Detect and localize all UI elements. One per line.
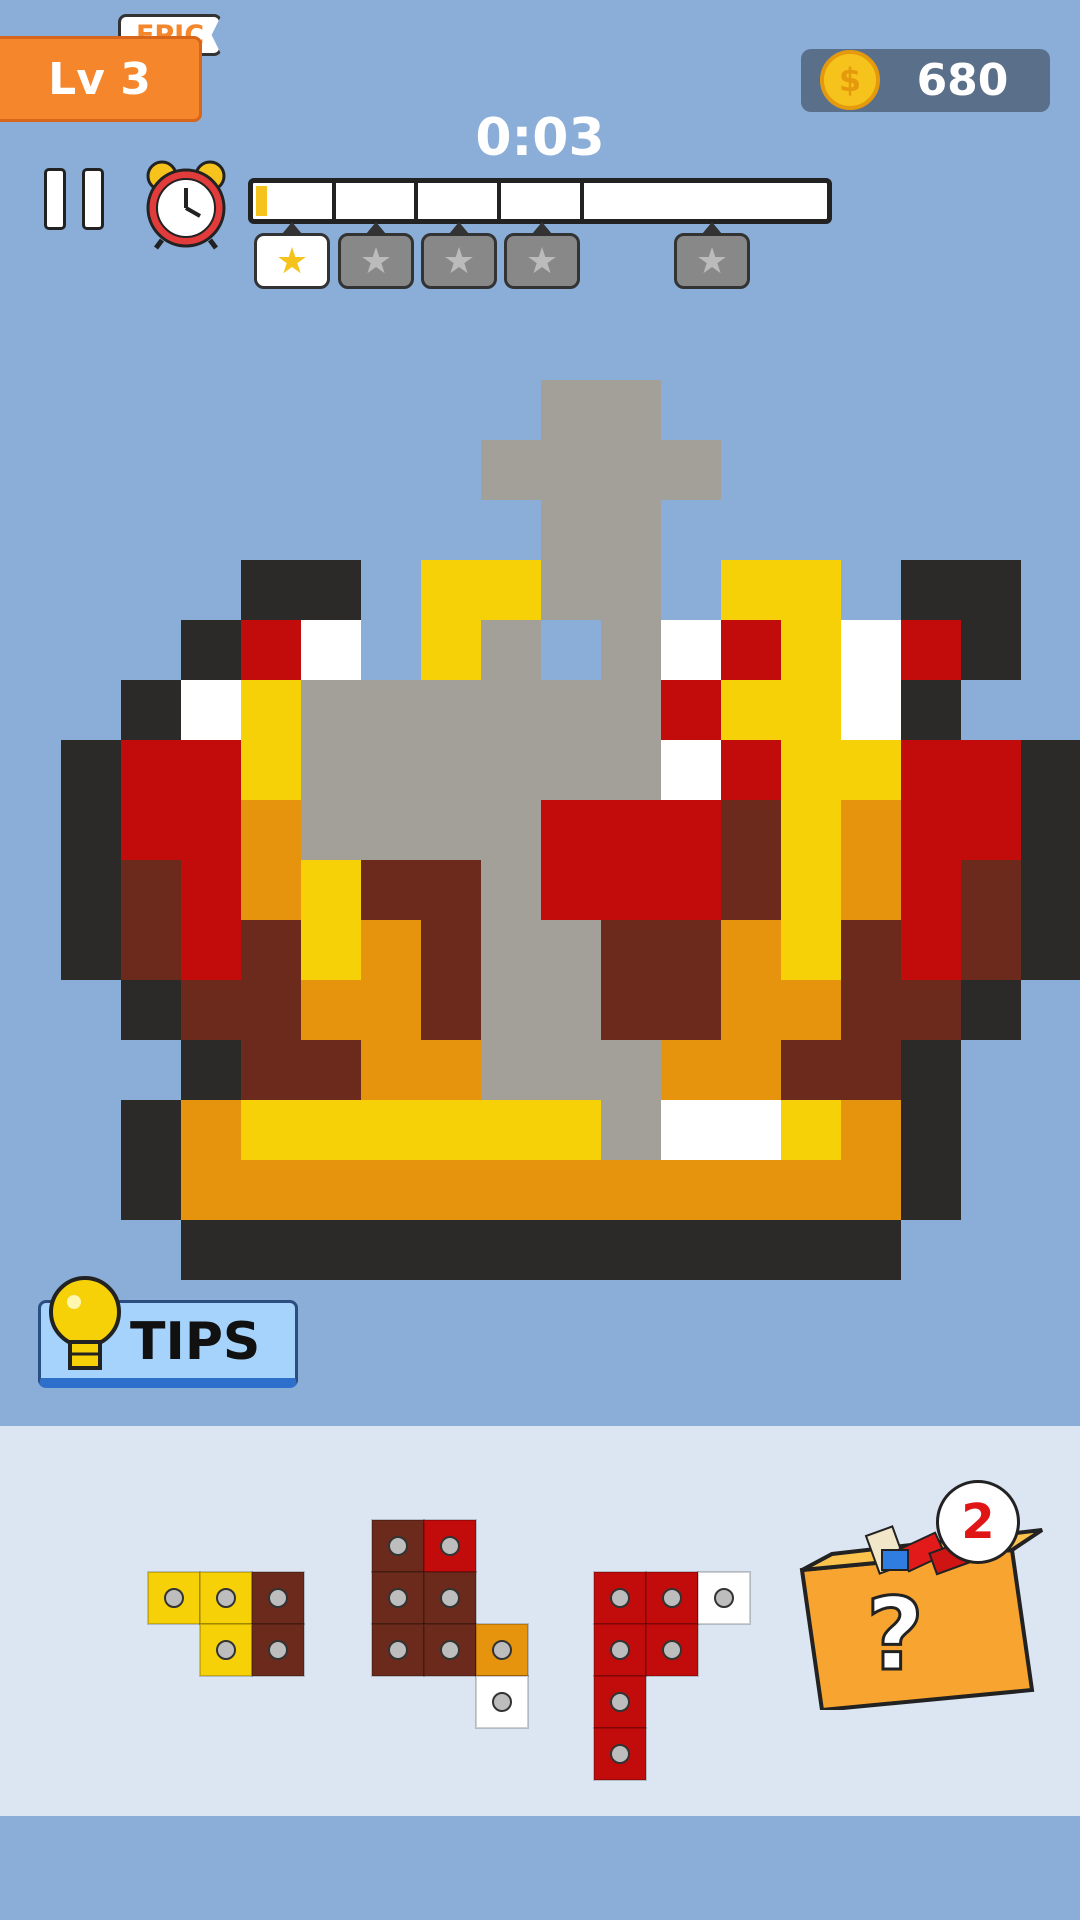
piece-block[interactable] — [199, 1623, 253, 1677]
piece-hole — [440, 1640, 460, 1660]
piece-hole — [216, 1640, 236, 1660]
piece-hole — [164, 1588, 184, 1608]
piece-block[interactable] — [593, 1675, 647, 1729]
piece-block[interactable] — [251, 1571, 305, 1625]
piece-block[interactable] — [423, 1519, 477, 1573]
piece-hole — [662, 1640, 682, 1660]
piece-block[interactable] — [645, 1623, 699, 1677]
mystery-box-symbol: ? — [864, 1576, 925, 1693]
piece-hole — [268, 1588, 288, 1608]
piece-hole — [610, 1588, 630, 1608]
mystery-box-count: 2 — [936, 1480, 1020, 1564]
piece-block[interactable] — [251, 1623, 305, 1677]
piece-hole — [388, 1588, 408, 1608]
piece-hole — [492, 1640, 512, 1660]
piece-block[interactable] — [475, 1675, 529, 1729]
piece-hole — [610, 1692, 630, 1712]
piece-block[interactable] — [371, 1623, 425, 1677]
piece-block[interactable] — [199, 1571, 253, 1625]
piece-hole — [388, 1536, 408, 1556]
piece-hole — [662, 1588, 682, 1608]
piece-hole — [216, 1588, 236, 1608]
piece-block[interactable] — [645, 1571, 699, 1625]
piece-hole — [440, 1588, 460, 1608]
piece-block[interactable] — [423, 1623, 477, 1677]
piece-block[interactable] — [147, 1571, 201, 1625]
piece-hole — [610, 1744, 630, 1764]
piece-block[interactable] — [423, 1571, 477, 1625]
piece-block[interactable] — [371, 1519, 425, 1573]
piece-block[interactable] — [593, 1727, 647, 1781]
piece-block[interactable] — [475, 1623, 529, 1677]
piece-hole — [492, 1692, 512, 1712]
piece-hole — [388, 1640, 408, 1660]
piece-block[interactable] — [697, 1571, 751, 1625]
piece-hole — [610, 1640, 630, 1660]
piece-hole — [268, 1640, 288, 1660]
piece-block[interactable] — [593, 1623, 647, 1677]
piece-hole — [440, 1536, 460, 1556]
piece-hole — [714, 1588, 734, 1608]
piece-block[interactable] — [593, 1571, 647, 1625]
piece-block[interactable] — [371, 1571, 425, 1625]
